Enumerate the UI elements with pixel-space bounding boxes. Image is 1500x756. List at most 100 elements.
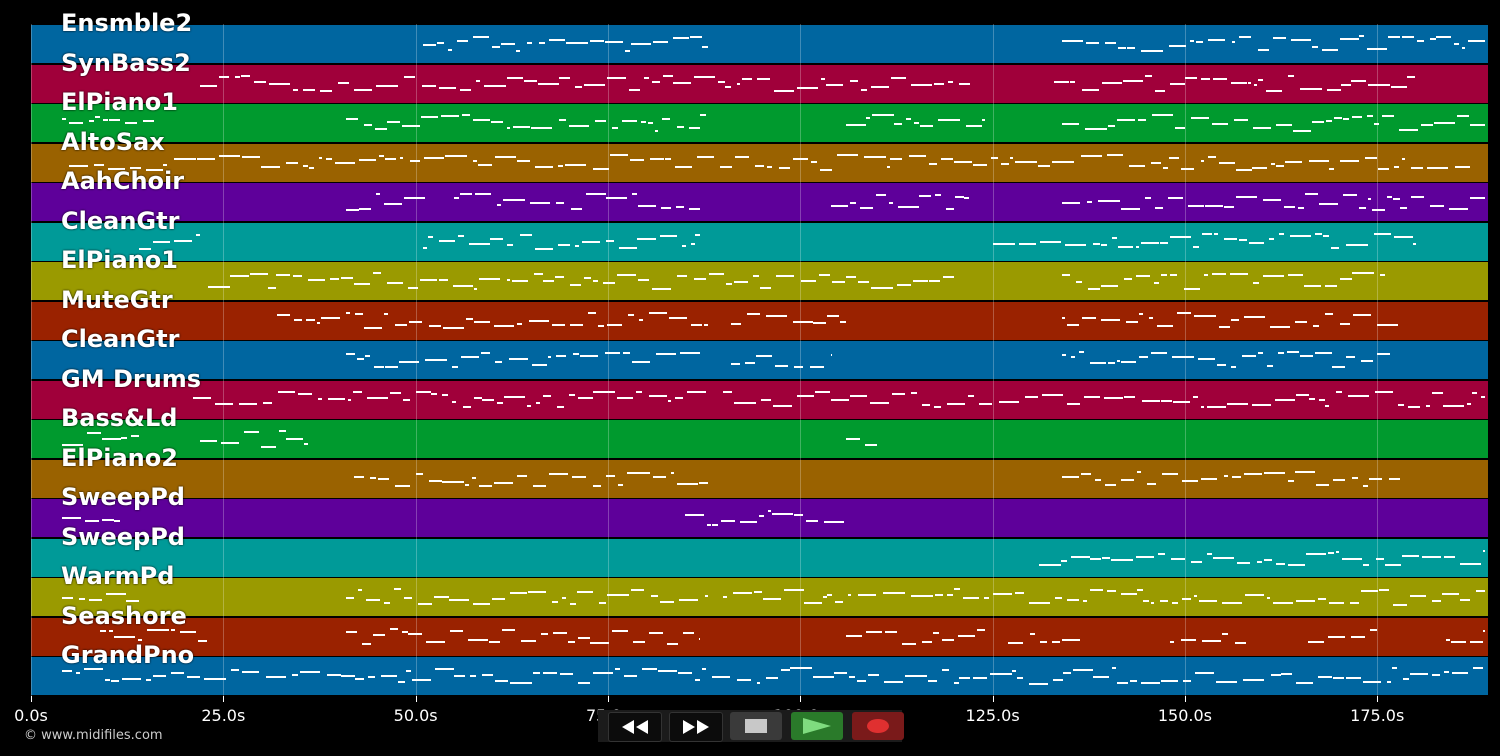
gridline [1377,24,1379,696]
note [1231,40,1236,43]
note [524,79,538,82]
note [870,401,890,404]
note [403,75,416,78]
note [682,631,695,634]
track-lane[interactable] [31,617,1488,656]
tick-label: 0.0s [14,706,48,725]
track-label: AahChoir [61,167,185,195]
note [652,287,672,290]
track-lane[interactable] [31,538,1488,577]
note [1143,600,1149,603]
note [682,245,686,248]
note [1169,156,1179,159]
note [1431,599,1441,602]
track-label: Bass&Ld [61,404,178,432]
track-lane[interactable] [31,499,1488,537]
note [627,314,634,317]
tick-mark [31,696,32,702]
piano-roll[interactable] [31,24,1488,696]
note [592,279,598,282]
note [884,680,904,683]
record-button[interactable] [852,712,904,740]
track-lane[interactable] [31,64,1488,103]
track-lane[interactable] [31,262,1488,300]
note [1230,318,1239,321]
track-lane[interactable] [31,341,1488,379]
note [889,202,893,205]
note [639,318,644,321]
note [1093,675,1110,678]
stop-button[interactable] [730,712,782,740]
note [689,208,701,211]
track-lane[interactable] [31,143,1488,182]
note [732,592,753,595]
note [625,49,630,52]
note [615,667,620,670]
note [627,471,650,474]
note [694,679,701,682]
note [1207,39,1226,42]
note [1101,556,1111,559]
note [495,361,502,363]
note [502,198,525,201]
note [1402,678,1410,681]
track-lane[interactable] [31,104,1488,142]
gridline [607,24,609,696]
play-button[interactable] [791,712,843,740]
note [461,114,471,116]
tick-mark [1184,696,1186,702]
note [1168,45,1187,48]
note [1327,636,1345,639]
track-lane[interactable] [31,578,1488,616]
note [291,673,298,676]
note [1118,46,1126,49]
note [416,472,424,475]
note [847,593,852,596]
note [742,78,752,81]
fast-forward-button[interactable] [669,712,723,742]
note [1136,588,1143,591]
note [527,404,532,407]
rewind-button[interactable] [608,712,662,742]
note [908,155,927,158]
note [1061,123,1080,126]
note [494,156,516,159]
note [1066,323,1080,326]
note [572,352,579,355]
track-lane[interactable] [31,657,1488,695]
note [1435,36,1451,39]
note [1393,165,1400,168]
note [541,633,548,636]
note [606,324,623,327]
track-lane[interactable] [31,380,1488,419]
note [1018,242,1037,245]
note [321,317,340,320]
note [557,243,570,246]
track-lane[interactable] [31,222,1488,261]
note [1351,635,1365,638]
note [636,390,643,393]
note [662,117,671,120]
track-lane[interactable] [31,183,1488,221]
note [1289,235,1312,237]
note [472,477,477,480]
track-lane[interactable] [31,301,1488,340]
note [1449,208,1469,211]
note [473,119,491,122]
note [1369,477,1383,480]
note [466,318,474,321]
note [1107,589,1116,592]
note [1253,282,1259,285]
note [739,520,758,523]
note [1136,471,1141,474]
track-lane[interactable] [31,420,1488,458]
tick-label: 175.0s [1350,706,1405,725]
note [771,512,793,515]
note [265,676,287,679]
track-lane[interactable] [31,25,1488,63]
note [650,594,659,597]
track-lane[interactable] [31,459,1488,498]
note [1061,354,1066,357]
note [196,157,215,160]
note [1359,206,1366,209]
